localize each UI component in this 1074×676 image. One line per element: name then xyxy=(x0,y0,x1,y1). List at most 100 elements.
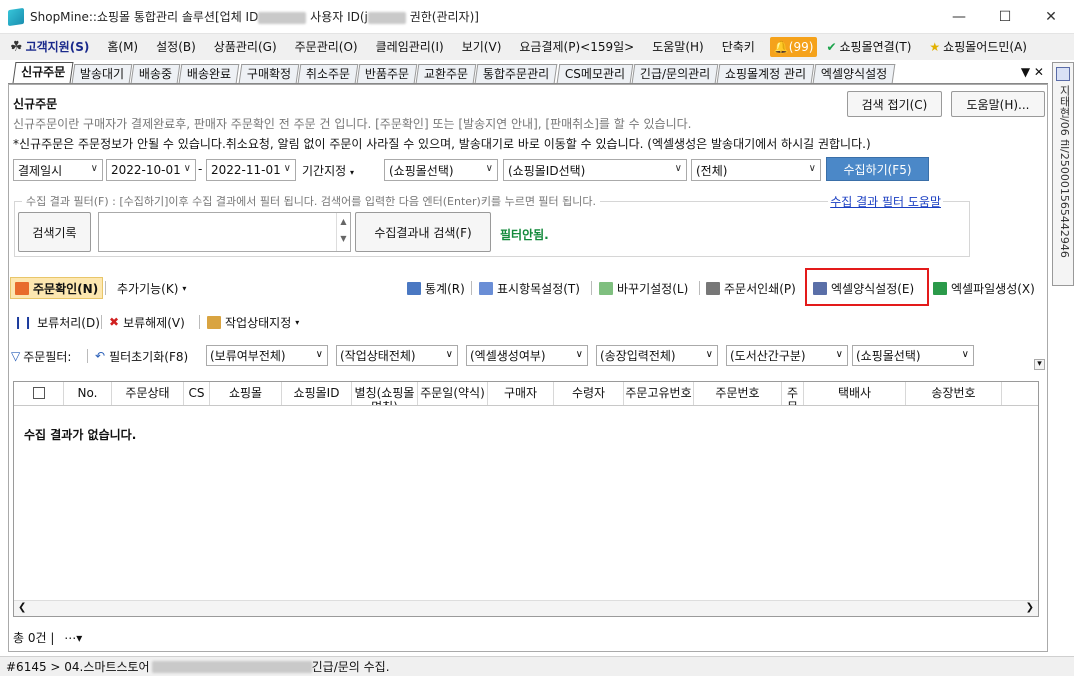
work-state-dropdown[interactable]: 작업상태지정 ▾ xyxy=(207,313,299,331)
menu-product[interactable]: 상품관리(G) xyxy=(205,36,286,58)
column-header[interactable]: 택배사 xyxy=(804,382,906,405)
search-in-results-button[interactable]: 수집결과내 검색(F) xyxy=(355,212,491,252)
expand-arrow-icon[interactable]: ▾ xyxy=(1034,359,1045,370)
date-separator: - xyxy=(198,162,203,176)
hold-button[interactable]: ❙❙ 보류처리(D) xyxy=(13,313,100,331)
filter-help-link[interactable]: 수집 결과 필터 도움말 xyxy=(828,193,943,210)
menu-shortcut[interactable]: 단축키 xyxy=(713,36,764,58)
redacted-company-id xyxy=(258,11,307,24)
star-icon: ★ xyxy=(929,40,941,54)
tab-label: 교환주문 xyxy=(424,67,469,81)
tab-excel-form[interactable]: 엑셀양식설정 xyxy=(812,64,896,83)
hold-status-filter[interactable]: (보류여부전체) ∨ xyxy=(206,345,328,366)
tab-cancelled[interactable]: 취소주문 xyxy=(297,64,359,83)
tab-delivered[interactable]: 배송완료 xyxy=(179,64,240,83)
tab-new-orders[interactable]: 신규주문 xyxy=(12,62,74,83)
column-header[interactable]: 주문번호 xyxy=(694,382,782,405)
menu-mall-connect[interactable]: ✔ 쇼핑몰연결(T) xyxy=(817,36,920,58)
tab-integrated-orders[interactable]: 통합주문관리 xyxy=(474,64,558,83)
mall-filter[interactable]: (쇼핑몰선택) ∨ xyxy=(852,345,974,366)
minimize-button[interactable]: — xyxy=(936,0,982,34)
toolbar-divider xyxy=(101,315,102,329)
extra-functions-dropdown[interactable]: 추가기능(K) ▾ xyxy=(117,279,186,297)
filter-search-input[interactable]: ▲ ▼ xyxy=(98,212,351,252)
mall-select[interactable]: (쇼핑몰선택) ∨ xyxy=(384,159,498,181)
replace-settings-button[interactable]: 바꾸기설정(L) xyxy=(599,279,688,297)
column-header[interactable]: 주문일(약식) xyxy=(418,382,488,405)
side-strip[interactable]: 지태현/06 fil/250001565442946 xyxy=(1052,62,1074,286)
menu-order[interactable]: 주문관리(O) xyxy=(286,36,367,58)
menu-payment[interactable]: 요금결제(P)<159일> xyxy=(510,36,643,58)
confirm-order-button[interactable]: 주문확인(N) xyxy=(10,277,104,299)
scroll-left-icon[interactable]: ❮ xyxy=(18,602,26,613)
window-title-prefix: ShopMine::쇼핑몰 통합관리 솔루션[업체 ID xyxy=(30,10,259,24)
maximize-button[interactable]: ☐ xyxy=(982,0,1028,34)
select-all-column[interactable] xyxy=(14,382,64,405)
create-excel-button[interactable]: 엑셀파일생성(X) xyxy=(933,279,1035,297)
horizontal-scrollbar[interactable]: ❮ ❯ xyxy=(14,600,1038,616)
notification-bell[interactable]: 🔔 (99) xyxy=(769,37,818,57)
select-all-checkbox[interactable] xyxy=(32,387,45,399)
print-order-button[interactable]: 주문서인쇄(P) xyxy=(706,279,796,297)
close-window-button[interactable]: ✕ xyxy=(1028,0,1074,34)
redacted-status-detail xyxy=(151,660,312,673)
all-select[interactable]: (전체) ∨ xyxy=(691,159,821,181)
column-header[interactable]: 주문고유번호 xyxy=(624,382,694,405)
chart-icon xyxy=(407,281,421,295)
column-header[interactable]: 구매자 xyxy=(488,382,554,405)
help-button[interactable]: 도움말(H)... xyxy=(951,91,1045,117)
menu-help[interactable]: 도움말(H) xyxy=(643,36,713,58)
tab-in-delivery[interactable]: 배송중 xyxy=(131,64,181,83)
tab-pending-shipment[interactable]: 발송대기 xyxy=(71,64,133,83)
statistics-label: 통계(R) xyxy=(425,281,465,296)
menu-claim[interactable]: 클레임관리(I) xyxy=(367,36,453,58)
tab-urgent-inquiry[interactable]: 긴급/문의관리 xyxy=(631,64,719,83)
column-header[interactable]: 쇼핑몰ID xyxy=(282,382,352,405)
column-header[interactable]: CS xyxy=(184,382,210,405)
total-count: 총 0건 | ⋯▾ xyxy=(13,629,82,646)
invoice-input-filter[interactable]: (송장입력전체) ∨ xyxy=(596,345,718,366)
tab-mall-accounts[interactable]: 쇼핑몰계정 관리 xyxy=(716,64,815,83)
display-columns-button[interactable]: 표시항목설정(T) xyxy=(479,279,580,297)
remote-area-filter[interactable]: (도서산간구분) ∨ xyxy=(726,345,848,366)
column-header[interactable]: 별칭(쇼핑몰명칭) xyxy=(352,382,418,405)
release-hold-button[interactable]: ✖ 보류해제(V) xyxy=(109,313,185,331)
statistics-button[interactable]: 통계(R) xyxy=(407,279,465,297)
menu-home[interactable]: 홈(M) xyxy=(98,36,147,58)
tab-purchase-confirmed[interactable]: 구매확정 xyxy=(238,64,300,83)
all-select-value: (전체) xyxy=(696,163,728,178)
menu-customer-support[interactable]: ☘ 고객지원(S) xyxy=(10,36,98,58)
search-history-button[interactable]: 검색기록 xyxy=(18,212,91,252)
column-header[interactable]: No. xyxy=(64,382,112,405)
date-type-value: 결제일시 xyxy=(18,163,63,178)
column-header[interactable]: 주문 xyxy=(782,382,804,405)
collect-button[interactable]: 수집하기(F5) xyxy=(826,157,929,181)
column-header[interactable]: 쇼핑몰 xyxy=(210,382,282,405)
tab-controls[interactable]: ▼ ✕ xyxy=(1021,65,1044,79)
mall-id-select[interactable]: (쇼핑몰ID선택) ∨ xyxy=(503,159,687,181)
tab-cs-memo[interactable]: CS메모관리 xyxy=(556,64,634,83)
more-options-icon[interactable]: ⋯▾ xyxy=(64,631,82,645)
excel-created-filter[interactable]: (엑셀생성여부) ∨ xyxy=(466,345,588,366)
tab-label: CS메모관리 xyxy=(564,67,625,81)
textbox-scrollbar[interactable]: ▲ ▼ xyxy=(336,213,350,251)
reset-filter-button[interactable]: ↶ 필터초기화(F8) xyxy=(95,347,188,365)
column-header[interactable]: 송장번호 xyxy=(906,382,1002,405)
bell-icon: 🔔 xyxy=(773,40,789,54)
date-type-select[interactable]: 결제일시 ∨ xyxy=(13,159,103,181)
column-header[interactable]: 주문상태 xyxy=(112,382,184,405)
column-header[interactable]: 수령자 xyxy=(554,382,624,405)
tab-exchanges[interactable]: 교환주문 xyxy=(415,64,477,83)
caret-down-icon: ▾ xyxy=(182,283,187,293)
collapse-search-button[interactable]: 검색 접기(C) xyxy=(847,91,942,117)
date-from-picker[interactable]: 2022-10-01 ∨ xyxy=(106,159,196,181)
menu-settings[interactable]: 설정(B) xyxy=(147,36,205,58)
date-to-picker[interactable]: 2022-11-01 ∨ xyxy=(206,159,296,181)
menu-view[interactable]: 보기(V) xyxy=(453,36,511,58)
scroll-right-icon[interactable]: ❯ xyxy=(1026,602,1034,613)
work-state-filter[interactable]: (작업상태전체) ∨ xyxy=(336,345,458,366)
tab-returns[interactable]: 반품주문 xyxy=(356,64,418,83)
tab-label: 구매확정 xyxy=(246,67,291,81)
menu-mall-admin[interactable]: ★ 쇼핑몰어드민(A) xyxy=(920,36,1036,58)
period-dropdown[interactable]: 기간지정 ▾ xyxy=(302,162,354,179)
